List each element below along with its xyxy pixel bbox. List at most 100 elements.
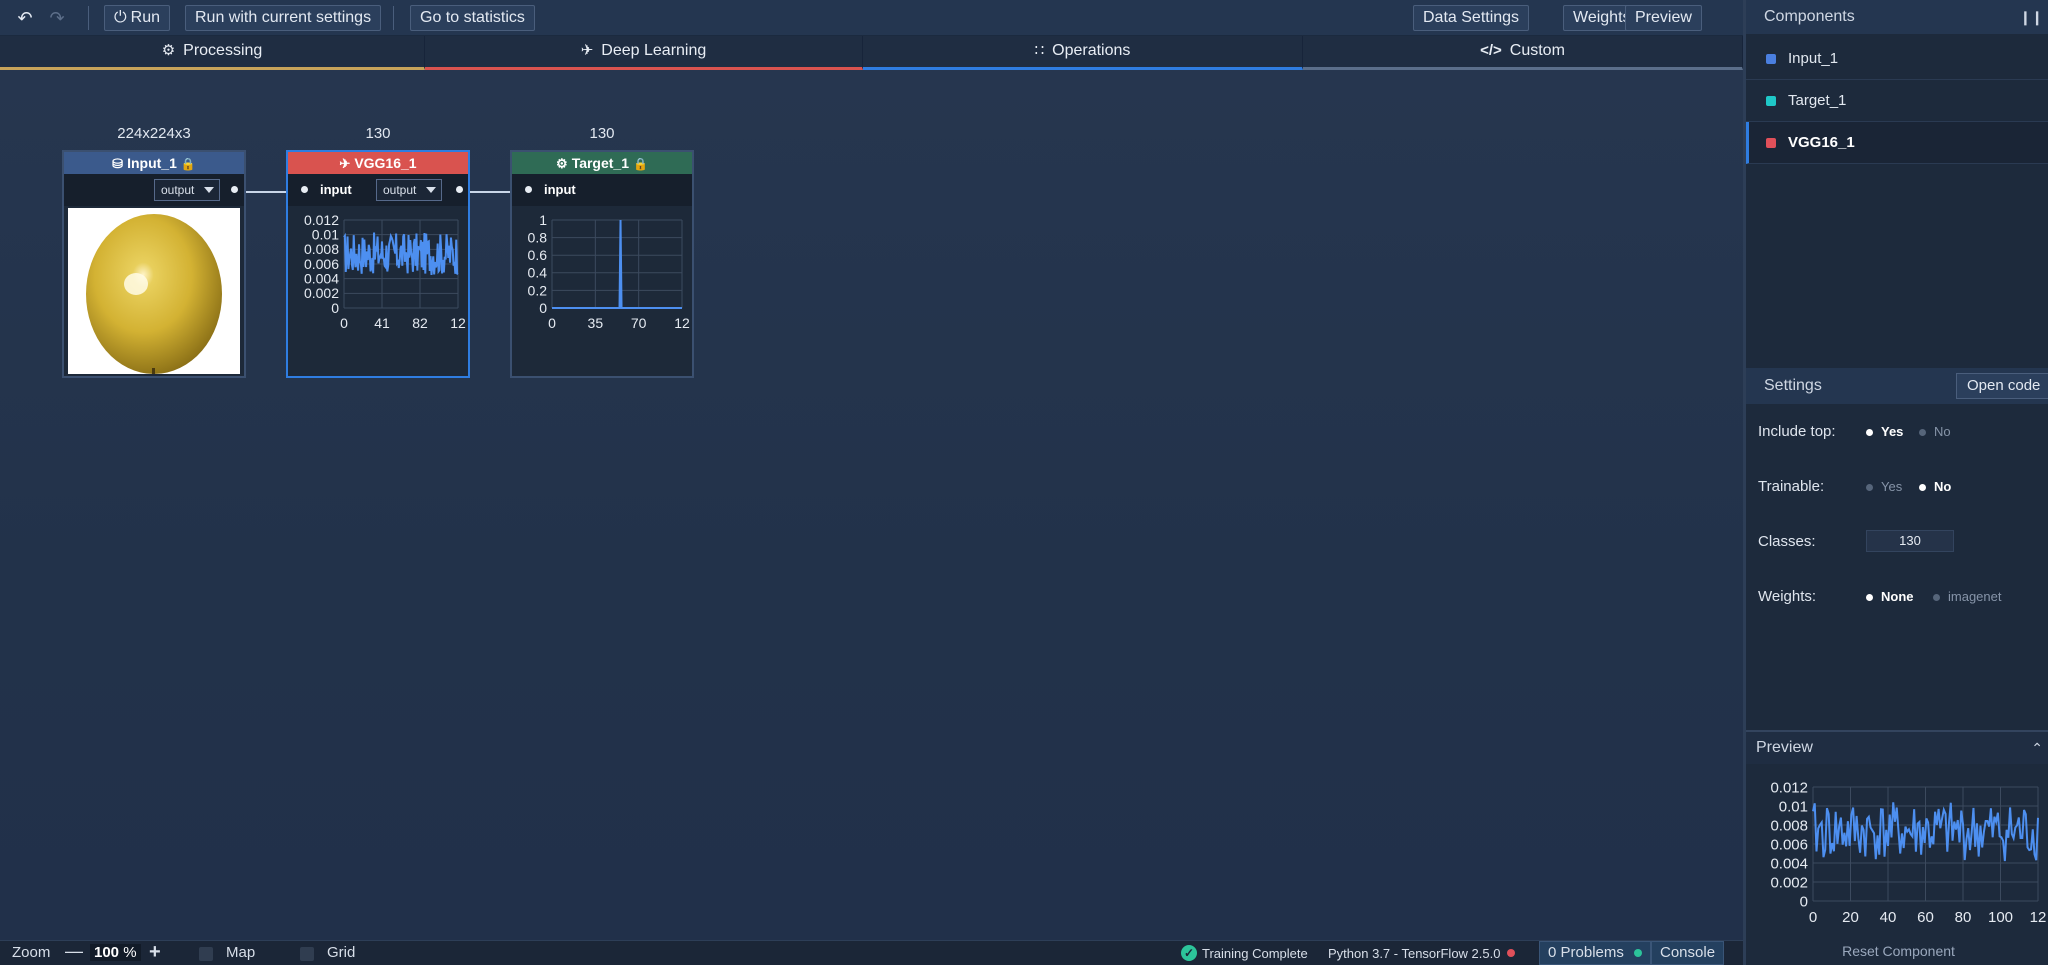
node-title: VGG16_1: [354, 155, 417, 171]
output-select[interactable]: output: [154, 179, 220, 201]
status-bar: Zoom — 100 % + Map Grid ✓ Training Compl…: [0, 940, 1743, 965]
node-preview: [64, 206, 244, 376]
node-header[interactable]: ⛁ Input_1 🔒: [64, 152, 244, 174]
check-circle-icon: ✓: [1181, 945, 1197, 961]
radio-label: Yes: [1881, 479, 1903, 494]
tab-deep-learning[interactable]: ✈ Deep Learning: [425, 36, 863, 70]
tab-processing[interactable]: ⚙ Processing: [0, 36, 425, 70]
output-select-value: output: [161, 183, 195, 197]
go-to-statistics-button[interactable]: Go to statistics: [410, 5, 535, 31]
reset-component-button[interactable]: Reset Component: [1746, 943, 2048, 959]
y-tick-label: 0.006: [304, 256, 339, 272]
target-output-chart: 1 0.80.6 0.40.2 00 35 70 12: [528, 212, 690, 331]
zoom-in-button[interactable]: +: [149, 941, 161, 964]
node-target[interactable]: 130 ⚙ Target_1 🔒 input 1 0.8 0.6 0.4 0.2 0 0 35 70…: [510, 125, 694, 378]
tab-operations[interactable]: ∷ Operations: [863, 36, 1303, 70]
component-item-vgg16[interactable]: VGG16_1: [1746, 122, 2048, 164]
toolbar-divider: [393, 6, 394, 30]
zoom-value-field[interactable]: 100 %: [90, 944, 141, 961]
node-input[interactable]: 224x224x3 ⛁ Input_1 🔒 output: [62, 125, 246, 378]
y-tick-label: 0.01: [1779, 798, 1808, 815]
series-line: [343, 232, 459, 276]
zoom-unit: %: [123, 944, 137, 961]
node-io-row: input: [512, 174, 692, 206]
python-version: Python 3.7 - TensorFlow 2.5.0: [1328, 946, 1501, 961]
problems-label: 0 Problems: [1548, 944, 1624, 961]
input-port[interactable]: [301, 186, 308, 193]
connection-wires: [233, 191, 529, 193]
fruit-image: [86, 214, 222, 374]
component-item-input[interactable]: Input_1: [1746, 38, 2048, 80]
output-select[interactable]: output: [376, 179, 442, 201]
preview-button[interactable]: Preview: [1625, 5, 1702, 31]
grid-checkbox[interactable]: [300, 947, 314, 961]
y-tick-label: 0.008: [1770, 817, 1808, 834]
output-port[interactable]: [456, 186, 463, 193]
x-tick-label: 0: [340, 315, 348, 331]
setting-classes: Classes: 130: [1758, 530, 2048, 554]
vgg-output-chart: 0.0120.010.0080.0060.0040.00200 41 82 12: [304, 212, 466, 331]
node-preview: 0.012 0.01 0.008 0.006 0.004 0.002 0 0 41 82 12: [288, 206, 468, 376]
input-sample-image: [68, 208, 240, 374]
node-title: Input_1: [127, 155, 177, 171]
node-header[interactable]: ⚙ Target_1 🔒: [512, 152, 692, 174]
radio-label: Yes: [1881, 424, 1904, 439]
radio-label: imagenet: [1948, 589, 2002, 604]
y-tick-label: 0.002: [1770, 874, 1808, 891]
setting-weights: Weights: None imagenet: [1758, 585, 2048, 609]
y-tick-label: 0.2: [528, 282, 548, 298]
settings-header: Settings Open code: [1746, 368, 2048, 404]
lock-icon[interactable]: 🔒: [181, 157, 196, 171]
node-header[interactable]: ✈ VGG16_1: [288, 152, 468, 174]
radio-weights-imagenet[interactable]: imagenet: [1933, 585, 2001, 609]
y-tick-label: 0.4: [528, 265, 548, 281]
right-panel: Components ❙❙ Input_1 Target_1 VGG16_1 S…: [1743, 0, 2048, 965]
run-current-settings-button[interactable]: Run with current settings: [185, 5, 382, 31]
status-dot-red: [1507, 949, 1515, 957]
component-label: Input_1: [1788, 50, 1839, 67]
undo-icon[interactable]: ↶: [15, 8, 35, 28]
x-tick-label: 12: [450, 315, 466, 331]
zoom-out-button[interactable]: —: [65, 941, 83, 962]
radio-trainable-no[interactable]: No: [1919, 475, 1951, 499]
plane-icon: ✈: [580, 42, 594, 59]
tab-label: Processing: [183, 42, 263, 59]
radio-weights-none[interactable]: None: [1866, 585, 1914, 609]
output-port[interactable]: [231, 186, 238, 193]
y-tick-label: 0.002: [304, 285, 339, 301]
radio-include-top-yes[interactable]: Yes: [1866, 420, 1903, 444]
color-swatch: [1766, 54, 1776, 64]
setting-label: Include top:: [1758, 423, 1836, 440]
color-swatch: [1766, 96, 1776, 106]
collapse-panel-icon[interactable]: ❙❙: [2020, 0, 2043, 34]
preview-title: Preview: [1756, 739, 1813, 756]
map-checkbox[interactable]: [199, 947, 213, 961]
grid-dots-icon: ∷: [1034, 42, 1045, 59]
y-tick-label: 0.006: [1770, 836, 1808, 853]
toolbar-divider: [88, 6, 89, 30]
run-button[interactable]: ⏻ Run: [104, 5, 171, 31]
chevron-up-icon[interactable]: ⌃: [2031, 732, 2043, 764]
input-port[interactable]: [525, 186, 532, 193]
workspace-canvas[interactable]: 224x224x3 ⛁ Input_1 🔒 output 130 ✈ VGG16…: [0, 70, 1743, 940]
component-label: VGG16_1: [1788, 134, 1855, 151]
open-code-button[interactable]: Open code: [1956, 373, 2048, 399]
node-dims: 130: [365, 125, 391, 142]
lock-icon[interactable]: 🔒: [633, 157, 648, 171]
x-tick-label: 82: [412, 315, 428, 331]
x-tick-label: 100: [1988, 909, 2013, 926]
radio-trainable-yes[interactable]: Yes: [1866, 475, 1902, 499]
node-vgg16[interactable]: 130 ✈ VGG16_1 input output 0.012 0.01 0.008…: [286, 125, 470, 378]
y-tick-label: 0.004: [1770, 855, 1808, 872]
x-tick-label: 0: [1809, 909, 1817, 926]
component-item-target[interactable]: Target_1: [1746, 80, 2048, 122]
radio-include-top-no[interactable]: No: [1919, 420, 1951, 444]
tab-custom[interactable]: </> Custom: [1303, 36, 1743, 70]
console-button[interactable]: Console: [1651, 941, 1725, 965]
radio-label: No: [1934, 479, 1952, 494]
redo-icon[interactable]: ↷: [47, 8, 67, 28]
classes-input[interactable]: 130: [1866, 530, 1954, 552]
problems-button[interactable]: 0 Problems: [1539, 941, 1652, 965]
radio-label: No: [1934, 424, 1951, 439]
data-settings-button[interactable]: Data Settings: [1413, 5, 1530, 31]
